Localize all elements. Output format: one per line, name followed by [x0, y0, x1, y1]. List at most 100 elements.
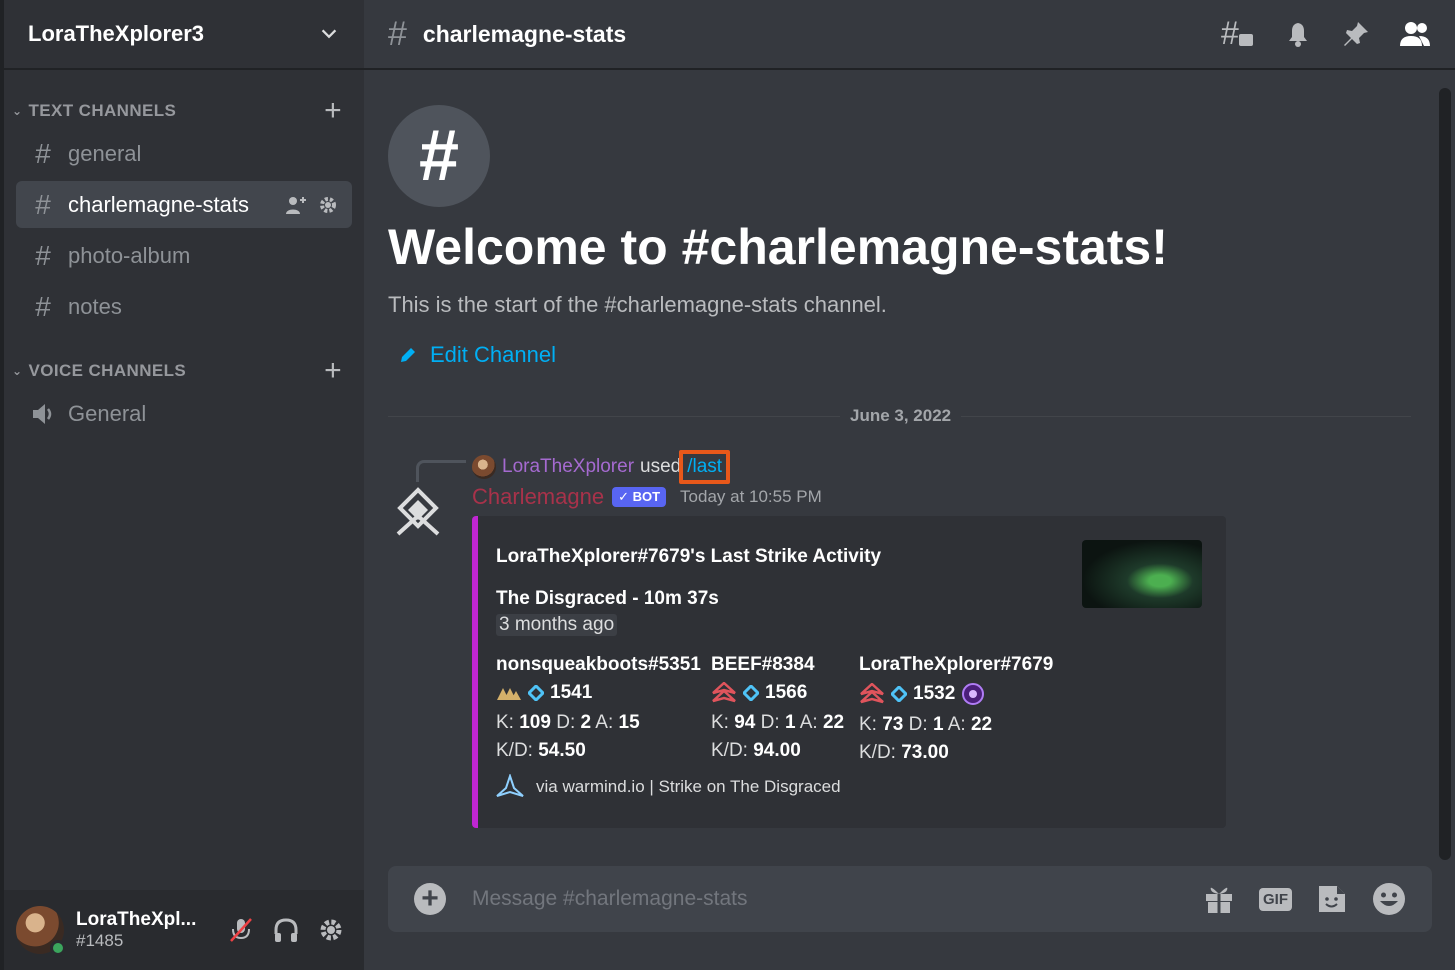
category-voice-channels[interactable]: ⌄ VOICE CHANNELS +	[4, 356, 364, 386]
member-list-icon[interactable]	[1399, 19, 1431, 49]
pencil-icon	[401, 348, 415, 362]
player-name: BEEF#8384	[711, 654, 815, 675]
light-level: 1532	[913, 683, 956, 704]
category-label: VOICE CHANNELS	[28, 361, 187, 380]
server-header[interactable]: LoraTheXplorer3	[4, 0, 364, 70]
message-author[interactable]: Charlemagne	[472, 484, 604, 510]
channel-hash-icon: #	[388, 105, 490, 207]
server-name: LoraTheXplorer3	[28, 21, 205, 46]
chevron-down-icon: ⌄	[12, 104, 23, 118]
hash-icon: #	[35, 188, 51, 220]
player-light: 1541	[496, 682, 699, 704]
gear-icon[interactable]	[318, 195, 338, 215]
power-level-icon	[743, 685, 759, 701]
welcome-title: Welcome to #charlemagne-stats!	[388, 219, 1168, 275]
user-settings-icon[interactable]	[318, 917, 344, 943]
activity-thumbnail[interactable]	[1082, 540, 1202, 608]
avatar[interactable]	[16, 906, 66, 956]
embed-footer: via warmind.io | Strike on The Disgraced	[496, 774, 841, 800]
embed-footer-text: via warmind.io | Strike on The Disgraced	[536, 777, 841, 796]
user-panel: LoraTheXpl... #1485	[4, 890, 364, 970]
locked-hash-icon: #	[35, 239, 51, 271]
scrollbar-track[interactable]	[1439, 88, 1451, 860]
warmind-icon	[496, 774, 524, 797]
stats-embed: LoraTheXplorer#7679's Last Strike Activi…	[472, 516, 1226, 828]
channel-general[interactable]: # general	[16, 130, 352, 177]
pin-icon[interactable]	[1341, 19, 1371, 49]
player-kd: K/D: 73.00	[859, 742, 949, 763]
player-kd: K/D: 94.00	[711, 740, 801, 761]
welcome-subtitle: This is the start of the #charlemagne-st…	[388, 292, 887, 317]
power-level-icon	[891, 686, 907, 702]
channel-sidebar: LoraTheXplorer3 ⌄ TEXT CHANNELS + # gene…	[0, 0, 364, 970]
scrollbar-thumb[interactable]	[1439, 88, 1451, 860]
mute-mic-icon[interactable]	[228, 916, 254, 944]
locked-hash-icon: #	[35, 290, 51, 322]
add-channel-icon[interactable]: +	[324, 356, 342, 386]
gift-icon[interactable]	[1203, 884, 1235, 914]
add-channel-icon[interactable]: +	[324, 96, 342, 126]
chevron-down-icon[interactable]	[318, 23, 340, 45]
avatar[interactable]	[472, 455, 496, 479]
channel-name: photo-album	[68, 242, 191, 268]
player-kda: K: 94 D: 1 A: 22	[711, 712, 845, 733]
channel-header: # charlemagne-stats #	[364, 0, 1455, 70]
bell-icon[interactable]	[1283, 19, 1313, 49]
player-card: BEEF#8384 1566 K: 94 D: 1 A: 22 K/D: 94.…	[711, 654, 847, 764]
kd-ratio: 54.50	[538, 740, 586, 761]
reply-connector	[416, 460, 466, 482]
light-level: 1566	[765, 682, 808, 703]
category-label: TEXT CHANNELS	[28, 101, 177, 120]
assists: 22	[822, 712, 845, 733]
channel-charlemagne-stats[interactable]: # charlemagne-stats	[16, 181, 352, 228]
player-name: nonsqueakboots#5351	[496, 654, 701, 675]
category-text-channels[interactable]: ⌄ TEXT CHANNELS +	[4, 96, 364, 126]
deaths: 2	[580, 712, 592, 733]
date-divider-label: June 3, 2022	[840, 406, 962, 426]
channel-photo-album[interactable]: # photo-album	[16, 232, 352, 279]
kd-ratio: 73.00	[901, 742, 949, 763]
threads-icon[interactable]: #	[1221, 18, 1255, 50]
reply-username[interactable]: LoraTheXplorer	[502, 456, 634, 478]
headphones-icon[interactable]	[272, 916, 300, 944]
message-input[interactable]	[472, 887, 1203, 911]
player-card: nonsqueakboots#5351 1541 K: 109 D: 2 A: …	[496, 654, 701, 764]
deaths: 1	[784, 712, 796, 733]
player-card: LoraTheXplorer#7679 1532 K: 73 D: 1 A: 2…	[859, 654, 1069, 764]
emoji-icon[interactable]	[1372, 882, 1406, 916]
assists: 15	[618, 712, 640, 733]
hash-icon: #	[388, 14, 407, 53]
speaker-icon	[33, 403, 52, 424]
online-status-icon	[50, 940, 66, 956]
player-name: LoraTheXplorer#7679	[859, 654, 1054, 675]
player-light: 1532	[859, 682, 1069, 706]
embed-title: LoraTheXplorer#7679's Last Strike Activi…	[496, 546, 882, 567]
player-kda: K: 73 D: 1 A: 22	[859, 714, 993, 735]
message-timestamp: Today at 10:55 PM	[680, 487, 822, 506]
chat-area: # charlemagne-stats # # Welcome to #char…	[364, 0, 1455, 970]
reply-used-text: used	[640, 456, 682, 477]
channel-name: charlemagne-stats	[68, 191, 249, 217]
charlemagne-bot-avatar[interactable]	[390, 484, 446, 540]
add-attachment-icon[interactable]: +	[414, 883, 446, 915]
message-composer: + GIF	[388, 866, 1432, 932]
gif-button[interactable]: GIF	[1259, 887, 1292, 911]
invite-icon[interactable]	[284, 194, 308, 216]
titan-class-icon	[712, 682, 736, 703]
voice-channel-general[interactable]: General	[16, 390, 352, 437]
edit-channel-label: Edit Channel	[430, 342, 556, 367]
svg-text:#: #	[1221, 18, 1239, 50]
command-reply-header: LoraTheXplorer used /last	[472, 450, 731, 484]
titan-class-icon	[860, 683, 884, 704]
channel-name: general	[68, 140, 142, 166]
edit-channel-link[interactable]: Edit Channel	[398, 342, 556, 368]
hash-icon: #	[35, 137, 51, 169]
sticker-icon[interactable]	[1316, 883, 1348, 915]
user-name: LoraTheXpl...	[76, 909, 197, 930]
bot-badge: ✓ BOT	[612, 487, 667, 507]
channel-notes[interactable]: # notes	[16, 283, 352, 330]
kills: 109	[519, 712, 551, 733]
player-kd: K/D: 54.50	[496, 740, 586, 761]
slash-command-link[interactable]: /last	[679, 450, 731, 484]
player-stats: nonsqueakboots#5351 1541 K: 109 D: 2 A: …	[496, 654, 1081, 764]
